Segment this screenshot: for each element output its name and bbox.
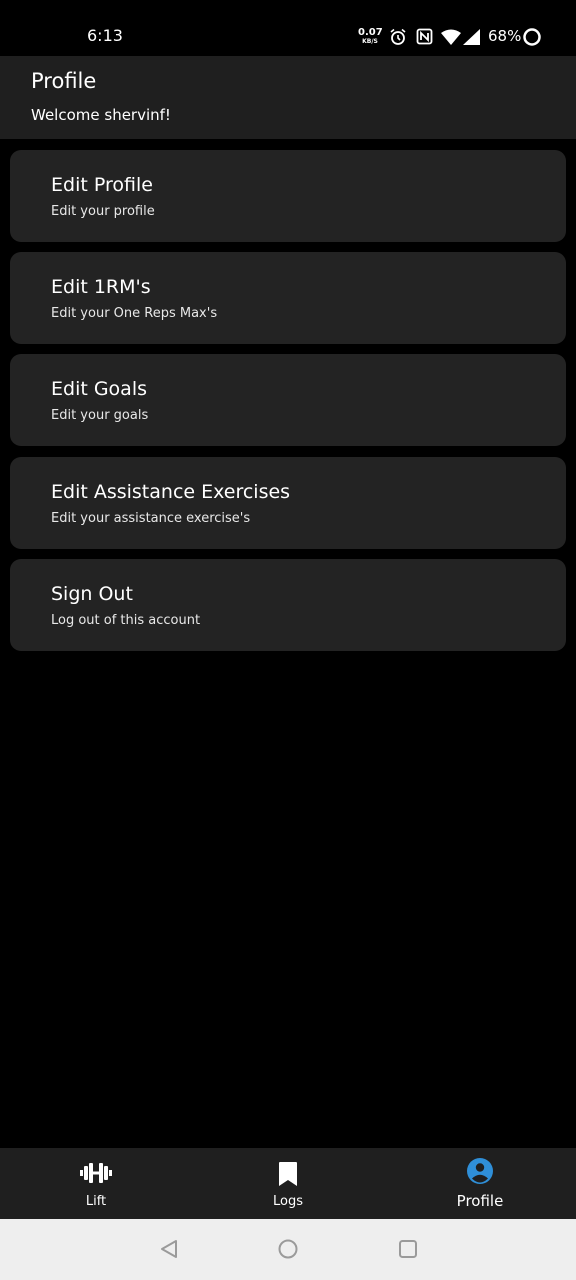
battery-ring-icon (523, 28, 541, 46)
cell-signal-icon (463, 29, 480, 45)
page-title: Profile (31, 69, 97, 93)
card-title: Sign Out (51, 583, 133, 605)
nav-label-logs: Logs (273, 1194, 303, 1209)
back-icon[interactable] (158, 1238, 180, 1260)
card-subtitle: Edit your assistance exercise's (51, 511, 251, 526)
card-title: Edit Profile (51, 174, 153, 196)
nav-item-profile[interactable]: Profile (384, 1148, 576, 1219)
status-bar: 6:13 0.07 KB/S 68% (0, 0, 576, 56)
nav-item-logs[interactable]: Logs (192, 1148, 384, 1219)
home-icon[interactable] (277, 1238, 299, 1260)
wifi-icon (441, 29, 461, 45)
edit-profile-card[interactable]: Edit Profile Edit your profile (10, 150, 566, 242)
net-speed-unit: KB/S (362, 38, 378, 45)
card-title: Edit Assistance Exercises (51, 481, 291, 503)
card-title: Edit 1RM's (51, 276, 151, 298)
card-subtitle: Edit your profile (51, 204, 155, 219)
nav-item-lift[interactable]: Lift (0, 1148, 192, 1219)
nav-label-lift: Lift (85, 1194, 107, 1209)
net-speed: 0.07 KB/S (358, 27, 383, 46)
status-time: 6:13 (87, 26, 123, 45)
sign-out-card[interactable]: Sign Out Log out of this account (10, 559, 566, 651)
account-circle-icon (467, 1158, 493, 1184)
edit-1rm-card[interactable]: Edit 1RM's Edit your One Reps Max's (10, 252, 566, 344)
welcome-message: Welcome shervinf! (31, 106, 171, 124)
card-subtitle: Edit your One Reps Max's (51, 306, 218, 321)
card-subtitle: Edit your goals (51, 408, 149, 423)
bookmark-icon (279, 1162, 297, 1186)
bottom-nav: Lift Logs Profile (0, 1148, 576, 1219)
edit-goals-card[interactable]: Edit Goals Edit your goals (10, 354, 566, 446)
nfc-icon (416, 28, 433, 45)
nav-label-profile: Profile (456, 1192, 504, 1210)
recents-icon[interactable] (397, 1238, 419, 1260)
battery-percent: 68% (488, 27, 522, 45)
profile-screen: 6:13 0.07 KB/S 68% Profile Welcome sherv… (0, 0, 576, 1280)
card-subtitle: Log out of this account (51, 613, 201, 628)
edit-assistance-exercises-card[interactable]: Edit Assistance Exercises Edit your assi… (10, 457, 566, 549)
system-nav-bar (0, 1219, 576, 1280)
net-speed-value: 0.07 (358, 27, 383, 38)
dumbbell-icon (80, 1163, 112, 1183)
alarm-icon (390, 28, 406, 45)
page-header: Profile Welcome shervinf! (0, 56, 576, 139)
card-title: Edit Goals (51, 378, 148, 400)
